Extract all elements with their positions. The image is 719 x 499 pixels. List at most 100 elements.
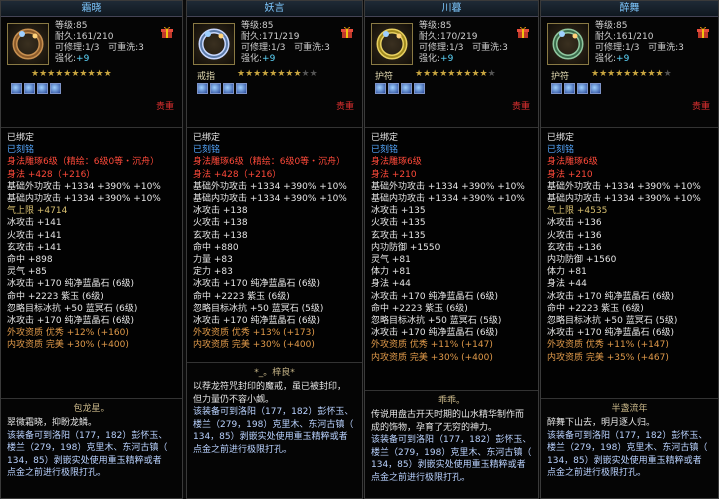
- attribute-line: 基础内功攻击 +1334 +390% +10%: [371, 194, 525, 205]
- item-stars: ★★★★★★★★★★: [591, 69, 672, 79]
- attribute-line: 基础内功攻击 +1334 +390% +10%: [193, 194, 347, 205]
- description-line: 134，85）剥嵌实处使用重玉精粹或者: [547, 455, 702, 466]
- attribute-line: 命中 +2223 紫玉 (6级): [193, 291, 290, 302]
- description-line: 楼兰（279，198）克里木、东河古镇（: [7, 443, 168, 453]
- attribute-line: 已绑定: [7, 133, 35, 143]
- gem-socket: [590, 83, 601, 94]
- attribute-line: 已绑定: [193, 133, 221, 143]
- gift-icon: [697, 26, 709, 38]
- item-description: 翠微霜晓，抑盼龙鳞。 该装备可到洛阳（177，182）彭怀玉、 楼兰（279，198…: [1, 413, 182, 484]
- attribute-line: 冰攻击 +138: [193, 206, 248, 217]
- item-name: 川暮: [365, 1, 538, 17]
- item-attributes: 已绑定 已刻铭 身法雕琢6级 身法 +210 基础外功攻击 +1334 +390% +1…: [365, 127, 538, 391]
- attribute-line: 基础内功攻击 +1334 +390% +10%: [7, 194, 161, 205]
- attribute-line: 外攻资质 优秀 +13% (+173): [193, 328, 315, 339]
- gift-icon: [341, 26, 353, 38]
- precious-tag: 贵重: [511, 102, 530, 112]
- attribute-line: 身法 +210: [371, 169, 417, 180]
- attribute-line: 内功防御 +1560: [547, 255, 617, 266]
- item-icon[interactable]: [7, 23, 49, 65]
- attribute-line: 冰攻击 +170 纯净蓝晶石 (6级): [193, 279, 321, 290]
- item-level: 等级:85: [241, 21, 274, 31]
- attribute-line: 冰攻击 +135: [371, 206, 426, 217]
- item-basic-info: 等级:85 耐久:171/219 可修理:1/3 可重洗:3 强化:+9: [241, 21, 330, 65]
- item-tooltip-panel: 妖言 等级:85 耐久:171/219 可修理:1/3 可重洗:3 强化:+9 …: [186, 0, 363, 499]
- attribute-line: 火攻击 +136: [547, 230, 602, 241]
- description-line: 点金之前进行极限打孔。: [193, 444, 293, 455]
- gem-socket: [210, 83, 221, 94]
- description-line: 但力量仍不容小觑。: [193, 394, 275, 405]
- gem-socket: [197, 83, 208, 94]
- item-name: 霜晓: [1, 1, 182, 17]
- attribute-line: 冰攻击 +170 纯净蓝晶石 (6级): [7, 279, 135, 290]
- attribute-line: 火攻击 +138: [193, 218, 248, 229]
- attribute-line: 玄攻击 +135: [371, 230, 426, 241]
- item-basic-info: 等级:85 耐久:170/219 可修理:1/3 可重洗:3 强化:+9: [419, 21, 508, 65]
- attribute-line: 冰攻击 +170 纯净蓝晶石 (6级): [193, 316, 321, 327]
- item-enhance: 强化:+9: [241, 54, 276, 64]
- attribute-line: 内攻资质 完美 +30% (+400): [193, 340, 315, 351]
- attribute-line: 冰攻击 +170 纯净蓝晶石 (6级): [547, 328, 675, 339]
- attribute-line: 火攻击 +135: [371, 218, 426, 229]
- attribute-line: 已刻铭: [193, 145, 221, 156]
- attribute-line: 身法 +44: [547, 279, 587, 290]
- gem-socket: [223, 83, 234, 94]
- attribute-line: 体力 +81: [547, 267, 587, 278]
- precious-tag: 贵重: [691, 102, 710, 112]
- attribute-line: 身法 +44: [371, 279, 411, 290]
- attribute-line: 基础外功攻击 +1334 +390% +10%: [547, 181, 701, 192]
- item-icon[interactable]: [371, 23, 413, 65]
- item-stars: ★★★★★★★★★★: [237, 69, 318, 79]
- item-tooltip-panel: 醉舞 等级:85 耐久:161/210 可修理:1/3 可重洗:3 强化:+9 …: [540, 0, 719, 499]
- gem-socket: [236, 83, 247, 94]
- item-durability: 耐久:161/210: [595, 32, 654, 42]
- item-basic-info: 等级:85 耐久:161/210 可修理:1/3 可重洗:3 强化:+9: [55, 21, 144, 65]
- description-line: 该装备可到洛阳（177，182）彭怀玉、: [547, 430, 708, 441]
- attribute-line: 灵气 +81: [371, 255, 411, 266]
- item-refine-rewash: 可修理:1/3 可重洗:3: [419, 43, 508, 53]
- attribute-line: 内攻资质 完美 +35% (+467): [547, 352, 669, 363]
- attribute-line: 忽略目标冰抗 +50 蓝冥石 (5级): [547, 316, 678, 327]
- item-durability: 耐久:170/219: [419, 32, 478, 42]
- attribute-line: 体力 +81: [371, 267, 411, 278]
- gem-socket: [37, 83, 48, 94]
- attribute-line: 灵气 +85: [7, 267, 47, 278]
- attribute-line: 基础内功攻击 +1334 +390% +10%: [547, 194, 701, 205]
- item-stars: ★★★★★★★★★★: [31, 69, 112, 79]
- attribute-line: 内攻资质 完美 +30% (+400): [7, 340, 129, 351]
- description-line: 点金之前进行极限打孔。: [7, 468, 107, 478]
- item-icon[interactable]: [547, 23, 589, 65]
- description-line: 134，85）剥嵌实处使用重玉精粹或者: [7, 455, 162, 466]
- attribute-line: 身法雕琢6级（精绘：6级0等・沉舟）: [193, 157, 346, 168]
- gem-sockets: [197, 83, 249, 97]
- gem-socket: [414, 83, 425, 94]
- attribute-line: 气上限 +4535: [547, 206, 608, 217]
- item-attributes: 已绑定 已刻铭 身法雕琢6级（精绘：6级0等・沉舟） 身法 +428（+216） 基础外…: [1, 127, 182, 399]
- gift-icon: [517, 26, 529, 38]
- description-line: 134，85）剥嵌实处使用重玉精粹或者: [371, 460, 526, 470]
- item-durability: 耐久:161/210: [55, 32, 114, 42]
- gem-socket: [564, 83, 575, 94]
- attribute-line: 身法雕琢6级: [371, 157, 422, 168]
- description-line: 楼兰（279，198）克里木、东河古镇（: [371, 447, 532, 458]
- item-description: 传说用盘古开天时期的山水精华制作而 成的饰物，孕育了无穷的神力。 该装备可到洛阳（1…: [365, 405, 538, 488]
- gem-socket: [375, 83, 386, 94]
- item-durability: 耐久:171/219: [241, 32, 300, 42]
- gem-socket: [24, 83, 35, 94]
- item-type: 戒指: [197, 72, 216, 82]
- description-line: 该装备可到洛阳（177，182）彭怀玉、: [7, 430, 168, 441]
- description-line: 传说用盘古开天时期的山水精华制作而: [371, 410, 525, 420]
- item-level: 等级:85: [595, 21, 628, 31]
- description-line: 楼兰（279，198）克里木、东河古镇（: [547, 443, 708, 453]
- attribute-line: 外攻资质 优秀 +12% (+160): [7, 328, 129, 339]
- item-description: 以荐龙符咒封印的魔戒，虽已被封印， 但力量仍不容小觑。 该装备可到洛阳（177，18…: [187, 377, 362, 460]
- item-level: 等级:85: [55, 21, 88, 31]
- item-tooltip-panel: 霜晓 等级:85 耐久:161/210 可修理:1/3 可重洗:3 强化:+9 …: [0, 0, 183, 499]
- gem-socket: [11, 83, 22, 94]
- description-line: 该装备可到洛阳（177，182）彭怀玉、: [371, 435, 532, 445]
- attribute-line: 身法雕琢6级: [547, 157, 598, 168]
- item-icon[interactable]: [193, 23, 235, 65]
- attribute-line: 命中 +880: [193, 242, 239, 253]
- gem-sockets: [551, 83, 603, 97]
- attribute-line: 冰攻击 +136: [547, 218, 602, 229]
